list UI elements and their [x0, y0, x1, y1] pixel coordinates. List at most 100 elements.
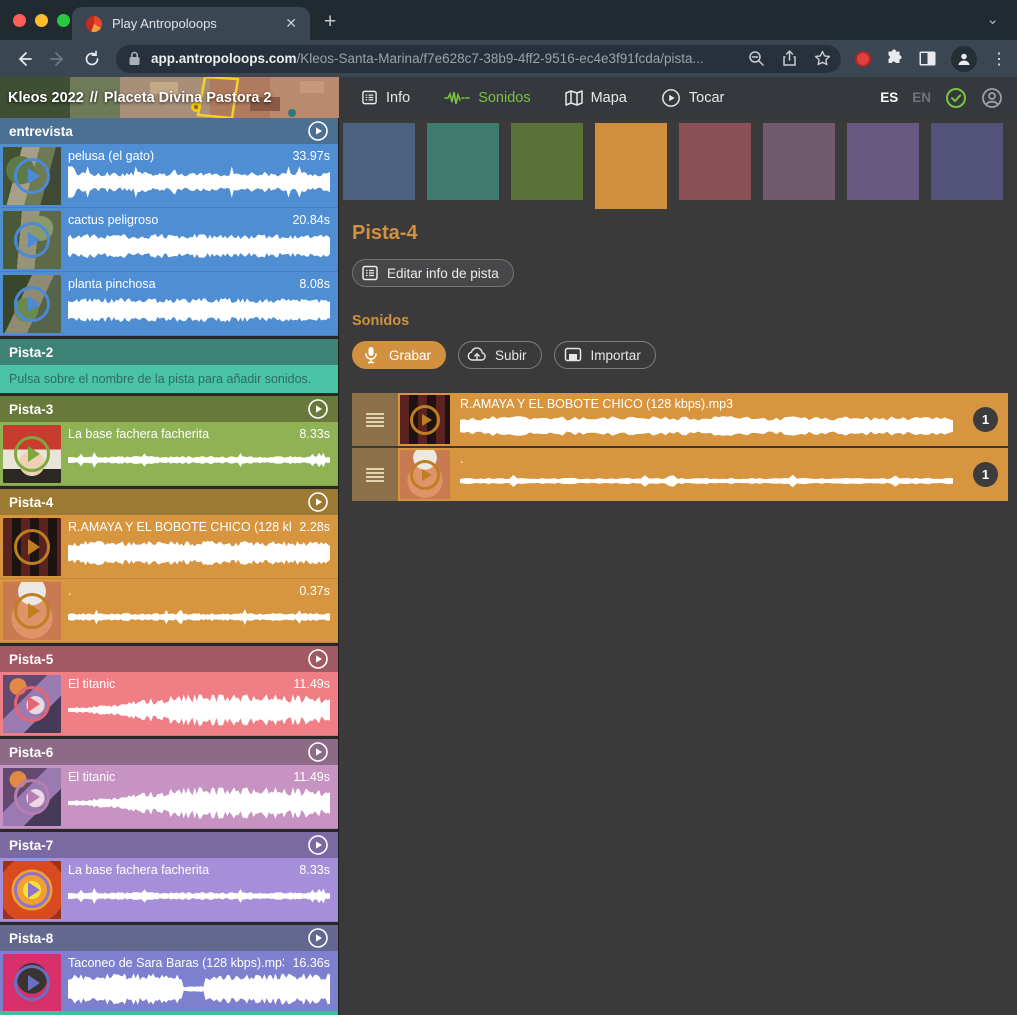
track-sound-row[interactable]: R.AMAYA Y EL BOBOTE CHICO (128 kbps).mp3… — [352, 393, 1008, 446]
track-section: Pista-6 El titanic11.49s — [0, 739, 338, 829]
lang-en-button[interactable]: EN — [912, 90, 931, 105]
new-tab-button[interactable]: + — [324, 10, 336, 34]
zoom-out-icon[interactable] — [748, 50, 765, 67]
sound-thumbnail[interactable] — [3, 861, 61, 919]
play-overlay-icon[interactable] — [410, 405, 440, 435]
sound-thumbnail[interactable] — [3, 582, 61, 640]
mic-icon — [361, 345, 381, 365]
back-button[interactable] — [10, 45, 38, 73]
track-sound-row[interactable]: .1 — [352, 448, 1008, 501]
play-overlay-icon[interactable] — [14, 779, 50, 815]
track-color-tab-1[interactable] — [343, 123, 415, 200]
track-color-tab-4[interactable] — [595, 123, 667, 209]
play-overlay-icon[interactable] — [14, 436, 50, 472]
record-extension-icon[interactable] — [855, 51, 871, 67]
reload-button[interactable] — [78, 45, 106, 73]
track-play-button[interactable] — [307, 834, 329, 856]
grabar-button[interactable]: Grabar — [352, 341, 446, 369]
play-overlay-icon[interactable] — [14, 686, 50, 722]
track-color-tab-6[interactable] — [763, 123, 835, 200]
sound-thumbnail[interactable] — [3, 425, 61, 483]
project-banner[interactable]: Kleos 2022//Placeta Divina Pastora 2 — [0, 77, 339, 118]
lang-es-button[interactable]: ES — [880, 90, 898, 105]
sound-row[interactable]: cactus peligroso20.84s — [0, 208, 338, 272]
nav-item-info[interactable]: Info — [361, 89, 410, 106]
nav-item-sonidos[interactable]: Sonidos — [444, 90, 530, 106]
sound-row[interactable]: planta pinchosa8.08s — [0, 272, 338, 336]
sound-row[interactable]: La base fachera facherita8.33s — [0, 858, 338, 922]
track-header[interactable]: entrevista — [0, 118, 338, 144]
track-play-button[interactable] — [307, 120, 329, 142]
track-header[interactable]: Pista-4 — [0, 489, 338, 515]
track-play-button[interactable] — [307, 491, 329, 513]
track-color-tab-8[interactable] — [931, 123, 1003, 200]
sound-thumbnail[interactable] — [400, 395, 450, 444]
forward-button[interactable] — [44, 45, 72, 73]
nav-item-mapa[interactable]: Mapa — [565, 90, 627, 106]
sound-thumbnail[interactable] — [3, 954, 61, 1012]
sound-thumbnail[interactable] — [400, 450, 450, 499]
sound-row[interactable]: Taconeo de Sara Baras (128 kbps).mp316.3… — [0, 951, 338, 1015]
track-play-button[interactable] — [307, 741, 329, 763]
sound-row[interactable]: El titanic11.49s — [0, 672, 338, 736]
side-panel-icon[interactable] — [918, 49, 937, 68]
play-overlay-icon[interactable] — [14, 593, 50, 629]
track-color-tab-3[interactable] — [511, 123, 583, 200]
sound-thumbnail[interactable] — [3, 275, 61, 333]
play-overlay-icon[interactable] — [14, 158, 50, 194]
play-overlay-icon[interactable] — [14, 965, 50, 1001]
sound-info: Taconeo de Sara Baras (128 kbps).mp316.3… — [61, 951, 338, 1014]
subir-button[interactable]: Subir — [458, 341, 542, 369]
track-color-tab-7[interactable] — [847, 123, 919, 200]
sound-row[interactable]: El titanic11.49s — [0, 765, 338, 829]
track-color-tab-5[interactable] — [679, 123, 751, 200]
edit-track-info-button[interactable]: Editar info de pista — [352, 259, 514, 287]
sound-row[interactable]: La base fachera facherita8.33s — [0, 422, 338, 486]
sound-info: cactus peligroso20.84s — [61, 208, 338, 271]
play-overlay-icon[interactable] — [14, 286, 50, 322]
sound-row[interactable]: .0.37s — [0, 579, 338, 643]
browser-tab[interactable]: Play Antropoloops ✕ — [72, 7, 310, 40]
minimize-window-button[interactable] — [35, 14, 48, 27]
sound-row[interactable]: R.AMAYA Y EL BOBOTE CHICO (128 kbps)....… — [0, 515, 338, 579]
track-name: Pista-6 — [9, 745, 53, 760]
track-color-tab-2[interactable] — [427, 123, 499, 200]
close-window-button[interactable] — [13, 14, 26, 27]
track-play-button[interactable] — [307, 398, 329, 420]
importar-button[interactable]: Importar — [554, 341, 656, 369]
track-header[interactable]: Pista-6 — [0, 739, 338, 765]
play-overlay-icon[interactable] — [14, 529, 50, 565]
sound-thumbnail[interactable] — [3, 518, 61, 576]
play-overlay-icon[interactable] — [410, 460, 440, 490]
zoom-window-button[interactable] — [57, 14, 70, 27]
sound-title: La base fachera facherita — [68, 427, 209, 441]
sound-thumbnail[interactable] — [3, 675, 61, 733]
profile-avatar[interactable] — [951, 46, 977, 72]
drag-handle[interactable] — [352, 393, 398, 446]
sound-thumbnail[interactable] — [3, 768, 61, 826]
track-header[interactable]: Pista-5 — [0, 646, 338, 672]
track-header[interactable]: Pista-3 — [0, 396, 338, 422]
bookmark-star-icon[interactable] — [814, 50, 831, 67]
track-play-button[interactable] — [307, 927, 329, 949]
sound-thumbnail[interactable] — [3, 147, 61, 205]
share-icon[interactable] — [781, 50, 798, 67]
track-header[interactable]: Pista-7 — [0, 832, 338, 858]
address-bar[interactable]: app.antropoloops.com/Kleos-Santa-Marina/… — [116, 45, 841, 73]
tab-search-chevron-icon[interactable]: ⌄ — [986, 10, 999, 28]
extensions-puzzle-icon[interactable] — [885, 49, 904, 68]
browser-menu-icon[interactable]: ⋮ — [991, 49, 1007, 69]
track-header[interactable]: Pista-2 — [0, 339, 338, 365]
play-overlay-icon[interactable] — [14, 872, 50, 908]
drag-handle[interactable] — [352, 448, 398, 501]
account-icon[interactable] — [981, 87, 1003, 109]
sidebar-bottom-strip — [0, 1011, 338, 1015]
track-header[interactable]: Pista-8 — [0, 925, 338, 951]
play-overlay-icon[interactable] — [14, 222, 50, 258]
tab-close-icon[interactable]: ✕ — [282, 15, 300, 32]
track-play-button[interactable] — [307, 648, 329, 670]
sound-thumbnail[interactable] — [3, 211, 61, 269]
track-color-tabs — [339, 118, 1017, 208]
sound-row[interactable]: pelusa (el gato)33.97s — [0, 144, 338, 208]
nav-item-tocar[interactable]: Tocar — [661, 88, 724, 108]
